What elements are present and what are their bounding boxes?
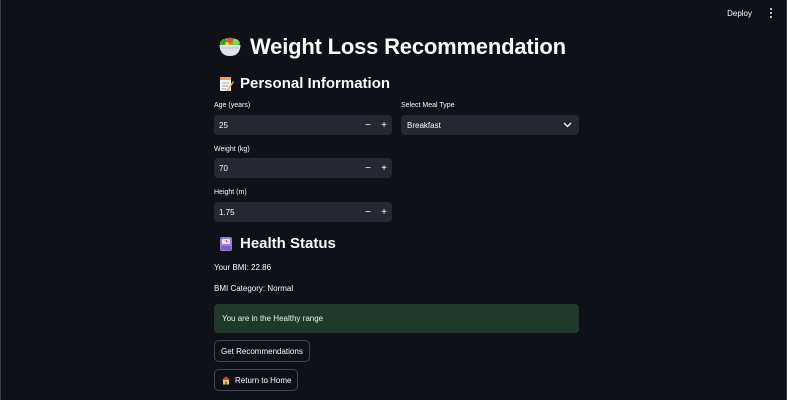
memo-icon: [218, 76, 234, 92]
weight-decrement-button[interactable]: −: [360, 158, 376, 178]
app-window: Deploy Weight Loss Recommendation Person…: [0, 0, 787, 400]
deploy-button[interactable]: Deploy: [721, 6, 758, 21]
meal-type-label: Select Meal Type: [401, 102, 455, 109]
age-decrement-button[interactable]: −: [360, 115, 376, 135]
weight-stepper[interactable]: 70 − +: [214, 158, 392, 178]
top-toolbar: Deploy: [721, 0, 786, 26]
salad-bowl-icon: [218, 36, 242, 58]
height-label: Height (m): [214, 189, 247, 196]
age-stepper[interactable]: 25 − +: [214, 115, 392, 135]
get-recommendations-label: Get Recommendations: [221, 346, 303, 356]
weight-increment-button[interactable]: +: [376, 158, 392, 178]
return-home-label: Return to Home: [235, 375, 292, 385]
meal-type-select[interactable]: Breakfast: [401, 115, 579, 135]
chevron-down-icon: [563, 122, 572, 128]
age-label: Age (years): [214, 102, 251, 109]
health-status-heading: Health Status: [218, 235, 336, 252]
meal-type-value: Breakfast: [407, 120, 441, 130]
bmi-category-text: BMI Category: Normal: [214, 284, 294, 293]
height-decrement-button[interactable]: −: [360, 202, 376, 222]
success-alert: You are in the Healthy range: [214, 304, 579, 333]
get-recommendations-button[interactable]: Get Recommendations: [214, 340, 310, 362]
kebab-menu-icon[interactable]: [766, 6, 776, 20]
page-title: Weight Loss Recommendation: [218, 34, 566, 60]
height-stepper[interactable]: 1.75 − +: [214, 202, 392, 222]
height-input[interactable]: 1.75: [214, 208, 360, 217]
house-icon: [221, 375, 231, 385]
bmi-value-text: Your BMI: 22.86: [214, 263, 272, 272]
health-status-heading-text: Health Status: [240, 235, 336, 252]
return-home-button[interactable]: Return to Home: [214, 369, 299, 391]
scale-icon: [218, 236, 234, 252]
age-increment-button[interactable]: +: [376, 115, 392, 135]
height-increment-button[interactable]: +: [376, 202, 392, 222]
age-input[interactable]: 25: [214, 121, 360, 130]
personal-info-heading-text: Personal Information: [240, 75, 391, 92]
page-title-text: Weight Loss Recommendation: [250, 34, 566, 59]
personal-info-heading: Personal Information: [218, 75, 390, 92]
weight-input[interactable]: 70: [214, 164, 360, 173]
weight-label: Weight (kg): [214, 146, 250, 153]
success-alert-text: You are in the Healthy range: [222, 314, 324, 323]
